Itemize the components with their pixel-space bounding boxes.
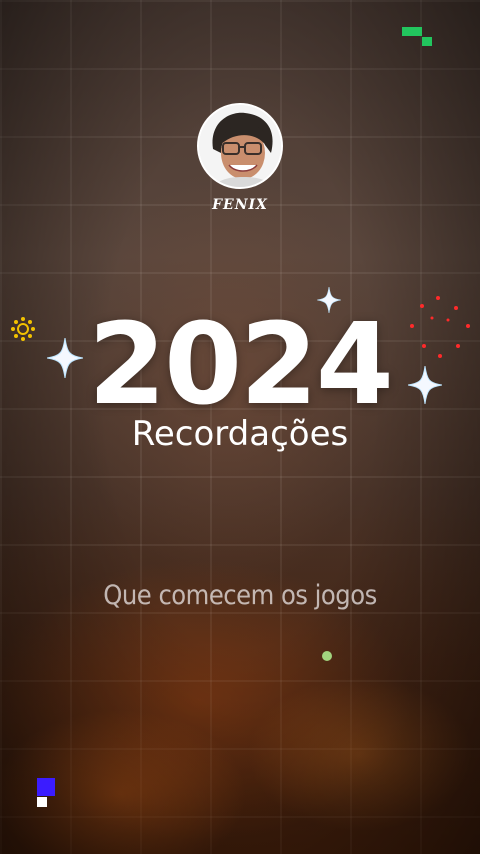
profile-username: FENIX bbox=[212, 197, 268, 213]
profile-avatar[interactable] bbox=[197, 103, 283, 189]
firework-dots-icon bbox=[410, 296, 470, 358]
glow-dot-icon bbox=[322, 651, 332, 661]
sun-burst-icon bbox=[11, 317, 35, 341]
avatar-portrait-icon bbox=[199, 105, 281, 187]
sparkle-icon bbox=[317, 287, 341, 313]
sparkle-icon bbox=[408, 366, 442, 404]
pixel-blocks-green-icon bbox=[402, 27, 432, 46]
tagline-text: Que comecem os jogos bbox=[103, 580, 377, 611]
title-subtitle: Recordações bbox=[131, 414, 349, 454]
sparkle-icon bbox=[47, 338, 83, 378]
pixel-blocks-blue-icon bbox=[37, 778, 55, 807]
story-frame: FENIX 2024 Recordações Que comecem os jo… bbox=[0, 0, 480, 854]
